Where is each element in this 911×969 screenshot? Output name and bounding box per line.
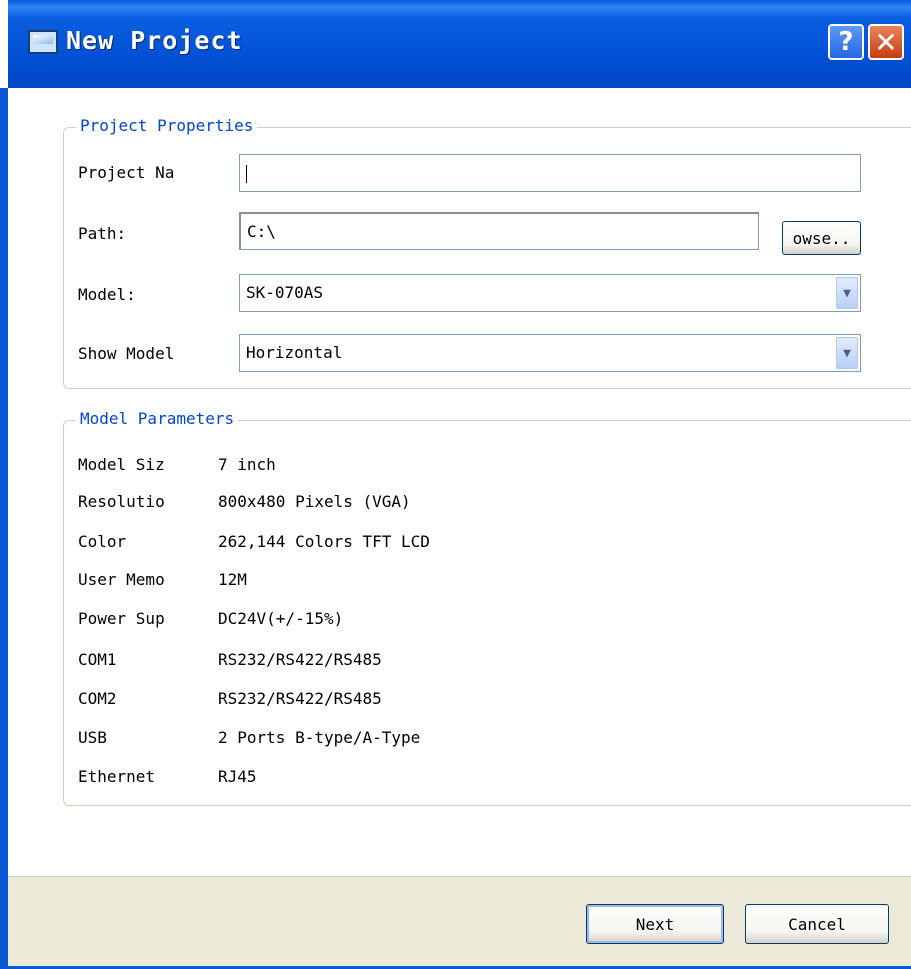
- project-properties-legend: Project Properties: [76, 116, 258, 135]
- param-value: RJ45: [218, 767, 257, 786]
- param-name: Power Sup: [78, 609, 165, 628]
- help-button[interactable]: ?: [828, 24, 864, 60]
- path-value: C:\: [247, 222, 276, 241]
- show-model-select[interactable]: Horizontal ▼: [239, 334, 861, 372]
- param-value: DC24V(+/-15%): [218, 609, 344, 628]
- browse-label: owse..: [792, 228, 851, 248]
- new-project-dialog: New Project ? ✕ Project Properties Proje…: [0, 0, 911, 969]
- title-bar[interactable]: New Project ? ✕: [8, 0, 911, 88]
- next-button[interactable]: Next: [586, 904, 724, 944]
- chevron-down-icon[interactable]: ▼: [836, 337, 858, 369]
- model-label: Model:: [78, 285, 136, 304]
- cancel-button[interactable]: Cancel: [745, 904, 889, 944]
- model-selected-value: SK-070AS: [246, 283, 324, 302]
- model-parameters-group: Model Parameters: [63, 409, 911, 806]
- window-left-border: [0, 88, 8, 969]
- param-name: COM1: [78, 650, 117, 669]
- param-name: User Memo: [78, 570, 165, 589]
- close-button[interactable]: ✕: [868, 24, 904, 60]
- project-name-label: Project Na: [78, 163, 175, 182]
- browse-button[interactable]: owse..: [782, 221, 861, 255]
- param-value: 2 Ports B-type/A-Type: [218, 728, 421, 747]
- next-label: Next: [635, 914, 675, 934]
- param-name: Resolutio: [78, 492, 165, 511]
- text-caret: [246, 164, 247, 183]
- param-value: 12M: [218, 570, 247, 589]
- show-model-selected-value: Horizontal: [246, 343, 343, 362]
- param-value: RS232/RS422/RS485: [218, 650, 382, 669]
- project-name-input[interactable]: [239, 154, 861, 192]
- param-name: Color: [78, 532, 127, 551]
- app-window-icon: [28, 30, 58, 54]
- param-value: 262,144 Colors TFT LCD: [218, 532, 430, 551]
- param-name: COM2: [78, 689, 117, 708]
- param-name: USB: [78, 728, 107, 747]
- model-select[interactable]: SK-070AS ▼: [239, 274, 861, 312]
- help-icon: ?: [838, 27, 854, 57]
- model-parameters-legend: Model Parameters: [76, 409, 239, 428]
- cancel-label: Cancel: [788, 914, 846, 934]
- param-name: Ethernet: [78, 767, 156, 786]
- chevron-down-icon[interactable]: ▼: [836, 277, 858, 309]
- path-label: Path:: [78, 224, 127, 243]
- param-value: RS232/RS422/RS485: [218, 689, 382, 708]
- param-value: 7 inch: [218, 455, 276, 474]
- param-name: Model Siz: [78, 455, 165, 474]
- window-title: New Project: [66, 26, 243, 55]
- path-input[interactable]: C:\: [239, 212, 759, 250]
- close-icon: ✕: [874, 25, 898, 59]
- param-value: 800x480 Pixels (VGA): [218, 492, 411, 511]
- show-model-label: Show Model: [78, 344, 175, 363]
